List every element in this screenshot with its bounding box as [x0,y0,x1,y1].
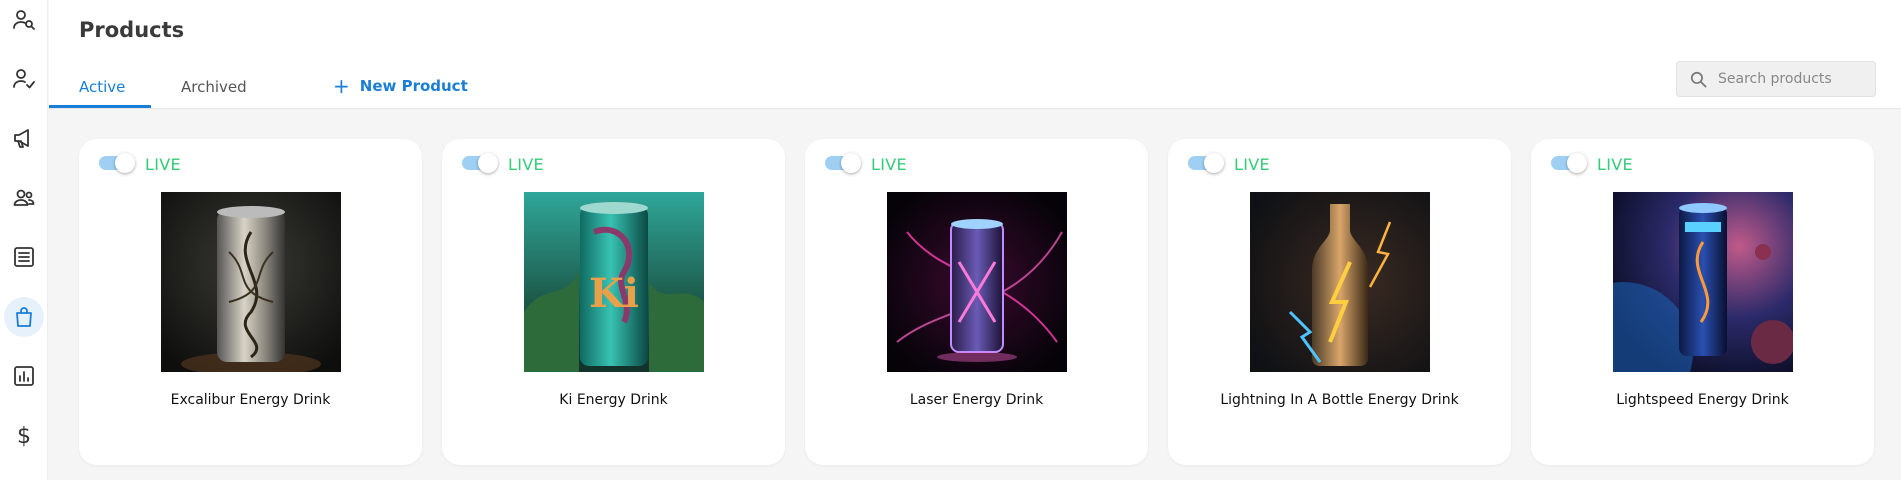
search-input[interactable] [1718,71,1868,87]
sidebar-item-campaigns[interactable] [4,118,44,158]
product-name: Excalibur Energy Drink [170,392,331,408]
search-box [1676,61,1876,97]
product-image[interactable] [887,192,1067,372]
sidebar-item-products[interactable] [4,297,44,337]
product-image[interactable] [1613,192,1793,372]
sidebar-item-user-check[interactable] [4,59,44,99]
shopping-bag-icon [16,307,32,327]
bar-chart-icon [14,366,34,386]
live-toggle[interactable] [1551,153,1587,173]
live-toggle[interactable] [99,153,135,173]
sidebar-item-billing[interactable]: $ [4,416,44,456]
sidebar: $ [0,0,48,480]
status-badge: LIVE [1234,155,1270,174]
product-image[interactable] [161,192,341,372]
product-name: Laser Energy Drink [909,392,1044,408]
app: $ Products Active Archived + New Product… [0,0,1901,480]
product-card[interactable]: LIVE Laser Energy Drink [805,139,1148,465]
product-card[interactable]: LIVE Excalibur Energy Drink [79,139,422,465]
megaphone-icon [14,129,29,148]
search-icon [1690,71,1707,87]
new-product-label: New Product [359,77,468,95]
product-image[interactable]: Ki [524,192,704,372]
sidebar-item-users[interactable] [4,178,44,218]
live-toggle[interactable] [825,153,861,173]
product-card[interactable]: LIVE Ki Ki Energy Drink [442,139,785,465]
toggle-knob [1567,153,1587,173]
document-icon [14,247,34,267]
dollar-icon: $ [17,423,31,449]
tab-active[interactable]: Active [79,78,125,96]
toggle-knob [478,153,498,173]
active-tab-indicator [49,105,151,108]
product-card[interactable]: LIVE Lightspeed Energy Drink [1531,139,1874,465]
toggle-knob [1204,153,1224,173]
toggle-knob [115,153,135,173]
new-product-button[interactable]: + New Product [333,76,468,96]
users-icon [13,189,35,206]
toggle-knob [841,153,861,173]
sidebar-item-analytics[interactable] [4,356,44,396]
product-image[interactable] [1250,192,1430,372]
status-badge: LIVE [145,155,181,174]
svg-text:Ki: Ki [589,270,639,317]
page-header: Products Active Archived + New Product [49,0,1901,109]
live-toggle[interactable] [1188,153,1224,173]
product-name: Ki Energy Drink [559,392,668,408]
status-badge: LIVE [1597,155,1633,174]
sidebar-item-user-search[interactable] [4,0,44,40]
plus-icon: + [333,74,350,98]
product-name: Lightning In A Bottle Energy Drink [1220,392,1459,408]
user-check-icon [13,69,35,89]
product-card[interactable]: LIVE Lightning In A Bottle Energy Drink [1168,139,1511,465]
product-name: Lightspeed Energy Drink [1616,392,1789,408]
tab-archived[interactable]: Archived [181,78,247,96]
live-toggle[interactable] [462,153,498,173]
user-search-icon [13,10,35,30]
status-badge: LIVE [871,155,907,174]
status-badge: LIVE [508,155,544,174]
sidebar-item-content[interactable] [4,237,44,277]
page-title: Products [79,18,185,42]
